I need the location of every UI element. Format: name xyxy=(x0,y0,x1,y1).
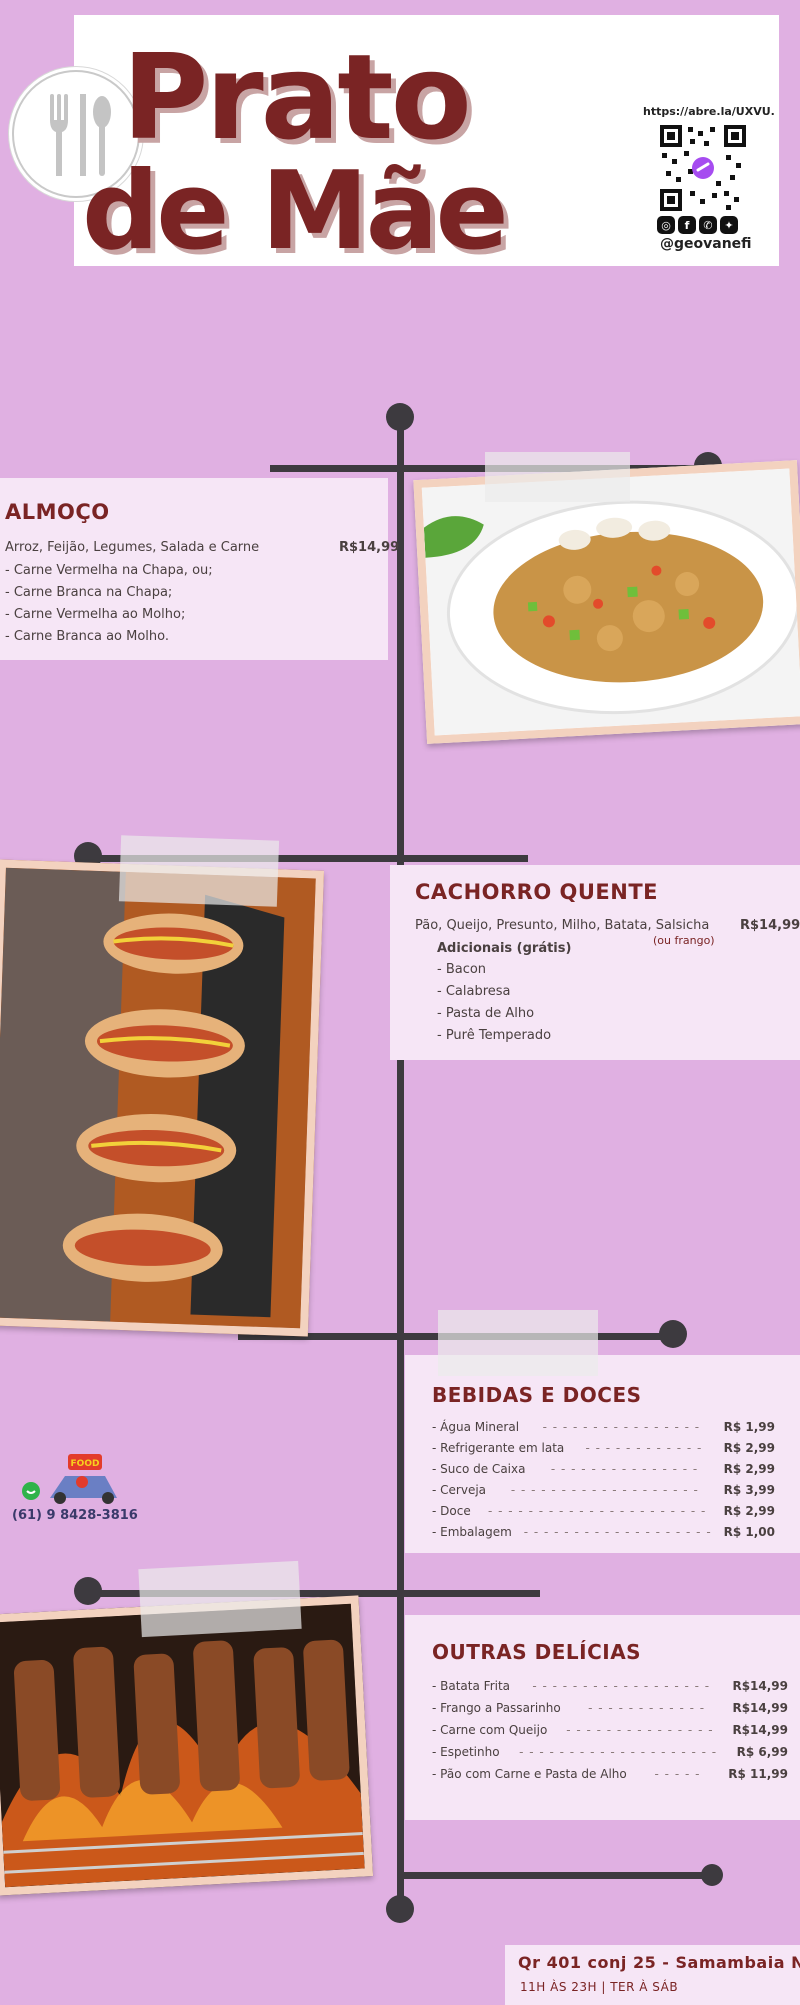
almoco-option: - Carne Branca na Chapa; xyxy=(5,585,173,600)
almoco-option: - Carne Vermelha ao Molho; xyxy=(5,607,186,622)
qr-code-icon xyxy=(660,125,746,211)
delivery-logo: FOOD xyxy=(20,1450,120,1505)
tape xyxy=(485,452,630,502)
almoco-description: Arroz, Feijão, Legumes, Salada e Carne xyxy=(5,540,260,555)
item-name: - Refrigerante em lata xyxy=(432,1441,565,1455)
menu-row: - Carne com Queijo - - - - - - - - - - - … xyxy=(432,1723,788,1745)
item-price: R$ 3,99 xyxy=(723,1483,775,1497)
phone-number[interactable]: (61) 9 8428-3816 xyxy=(12,1508,138,1523)
dashes: - - - - - - - - - - - - - - - - - - - - xyxy=(519,1745,718,1759)
item-name: - Espetinho xyxy=(432,1745,500,1759)
item-name: - Água Mineral xyxy=(432,1420,520,1434)
dashes: - - - - - - - - - - - - - - - - - - xyxy=(532,1679,711,1693)
item-name: - Carne com Queijo xyxy=(432,1723,548,1737)
item-name: - Suco de Caixa xyxy=(432,1462,526,1476)
item-price: R$ 1,00 xyxy=(723,1525,775,1539)
twitter-icon[interactable]: ✦ xyxy=(720,216,738,234)
menu-row: - Água Mineral - - - - - - - - - - - - - … xyxy=(432,1420,775,1441)
outras-title: OUTRAS DELÍCIAS xyxy=(432,1640,642,1664)
item-name: - Doce xyxy=(432,1504,471,1518)
timeline-branch xyxy=(400,1872,710,1879)
dashes: - - - - - xyxy=(654,1767,701,1781)
dashes: - - - - - - - - - - - - - - - - - - - xyxy=(523,1525,712,1539)
menu-row: - Suco de Caixa - - - - - - - - - - - - -… xyxy=(432,1462,775,1483)
extra-item: - Pasta de Alho xyxy=(437,1006,535,1021)
link-url[interactable]: https://abre.la/UXVU. xyxy=(643,105,775,118)
menu-row: - Refrigerante em lata - - - - - - - - - … xyxy=(432,1441,775,1462)
item-price: R$14,99 xyxy=(732,1723,788,1737)
tape xyxy=(118,835,280,907)
cachorro-description: Pão, Queijo, Presunto, Milho, Batata, Sa… xyxy=(415,918,710,933)
item-price: R$ 6,99 xyxy=(736,1745,788,1759)
dashes: - - - - - - - - - - - - - - - - - - - xyxy=(510,1483,699,1497)
cachorro-price: R$14,99 xyxy=(740,918,800,933)
delivery-scooter-icon: FOOD xyxy=(22,1454,117,1504)
rice-plate-image xyxy=(421,468,800,736)
item-name: - Batata Frita xyxy=(432,1679,511,1693)
dashes: - - - - - - - - - - - - - - - - xyxy=(542,1420,701,1434)
almoco-option: - Carne Vermelha na Chapa, ou; xyxy=(5,563,213,578)
item-price: R$ 1,99 xyxy=(723,1420,775,1434)
tape xyxy=(438,1310,598,1376)
menu-row: - Espetinho - - - - - - - - - - - - - - -… xyxy=(432,1745,788,1767)
item-price: R$14,99 xyxy=(732,1701,788,1715)
dashes: - - - - - - - - - - - - - - - xyxy=(566,1723,714,1737)
timeline-dot xyxy=(659,1320,687,1348)
outras-list: - Batata Frita - - - - - - - - - - - - - … xyxy=(432,1679,788,1789)
menu-row: - Cerveja - - - - - - - - - - - - - - - -… xyxy=(432,1483,775,1504)
instagram-icon[interactable]: ◎ xyxy=(657,216,675,234)
whatsapp-icon[interactable]: ✆ xyxy=(699,216,717,234)
logo-lettering: FOOD xyxy=(71,1459,100,1469)
dashes: - - - - - - - - - - - - - - - - - - - - … xyxy=(487,1504,707,1518)
item-name: - Frango a Passarinho xyxy=(432,1701,561,1715)
almoco-price: R$14,99 xyxy=(339,540,400,555)
dashes: - - - - - - - - - - - - xyxy=(588,1701,706,1715)
almoco-photo xyxy=(413,460,800,744)
timeline-vertical xyxy=(397,415,404,1910)
item-name: - Cerveja xyxy=(432,1483,487,1497)
opening-hours: 11H ÀS 23H | TER À SÁB xyxy=(520,1980,679,1994)
tape xyxy=(138,1560,302,1638)
menu-row: - Pão com Carne e Pasta de Alho - - - - -… xyxy=(432,1767,788,1789)
menu-row: - Embalagem - - - - - - - - - - - - - - -… xyxy=(432,1525,775,1546)
facebook-icon[interactable]: f xyxy=(678,216,696,234)
cachorro-title: CACHORRO QUENTE xyxy=(415,880,659,904)
timeline-dot xyxy=(386,1895,414,1923)
hotdogs-image xyxy=(0,867,316,1329)
extra-item: - Purê Temperado xyxy=(437,1028,552,1043)
title-line-1: Prato xyxy=(122,28,472,166)
timeline-dot xyxy=(386,403,414,431)
dashes: - - - - - - - - - - - - xyxy=(585,1441,703,1455)
menu-row: - Doce - - - - - - - - - - - - - - - - - … xyxy=(432,1504,775,1525)
item-price: R$ 2,99 xyxy=(723,1504,775,1518)
extra-item: - Bacon xyxy=(437,962,487,977)
skewers-grill-image xyxy=(0,1603,365,1888)
item-price: R$14,99 xyxy=(732,1679,788,1693)
extras-title: Adicionais (grátis) xyxy=(437,941,572,956)
item-price: R$ 2,99 xyxy=(723,1462,775,1476)
bebidas-list: - Água Mineral - - - - - - - - - - - - - … xyxy=(432,1420,775,1546)
social-icons: ◎ f ✆ ✦ xyxy=(657,216,738,234)
item-name: - Pão com Carne e Pasta de Alho xyxy=(432,1767,627,1781)
title-line-2: de Mãe xyxy=(82,149,509,274)
timeline-dot xyxy=(701,1864,723,1886)
qr-code[interactable] xyxy=(660,125,746,211)
dashes: - - - - - - - - - - - - - - - xyxy=(550,1462,699,1476)
almoco-title: ALMOÇO xyxy=(5,500,110,524)
item-name: - Embalagem xyxy=(432,1525,512,1539)
item-price: R$ 11,99 xyxy=(728,1767,788,1781)
menu-row: - Frango a Passarinho - - - - - - - - - -… xyxy=(432,1701,788,1723)
bebidas-title: BEBIDAS E DOCES xyxy=(432,1383,642,1407)
outras-photo xyxy=(0,1595,374,1896)
social-handle[interactable]: @geovanefi xyxy=(660,236,752,252)
item-price: R$ 2,99 xyxy=(723,1441,775,1455)
cachorro-note: (ou frango) xyxy=(653,934,715,947)
timeline-dot xyxy=(74,1577,102,1605)
cachorro-photo xyxy=(0,859,325,1337)
extra-item: - Calabresa xyxy=(437,984,511,999)
almoco-option: - Carne Branca ao Molho. xyxy=(5,629,169,644)
address: Qr 401 conj 25 - Samambaia N. xyxy=(518,1953,800,1972)
menu-row: - Batata Frita - - - - - - - - - - - - - … xyxy=(432,1679,788,1701)
